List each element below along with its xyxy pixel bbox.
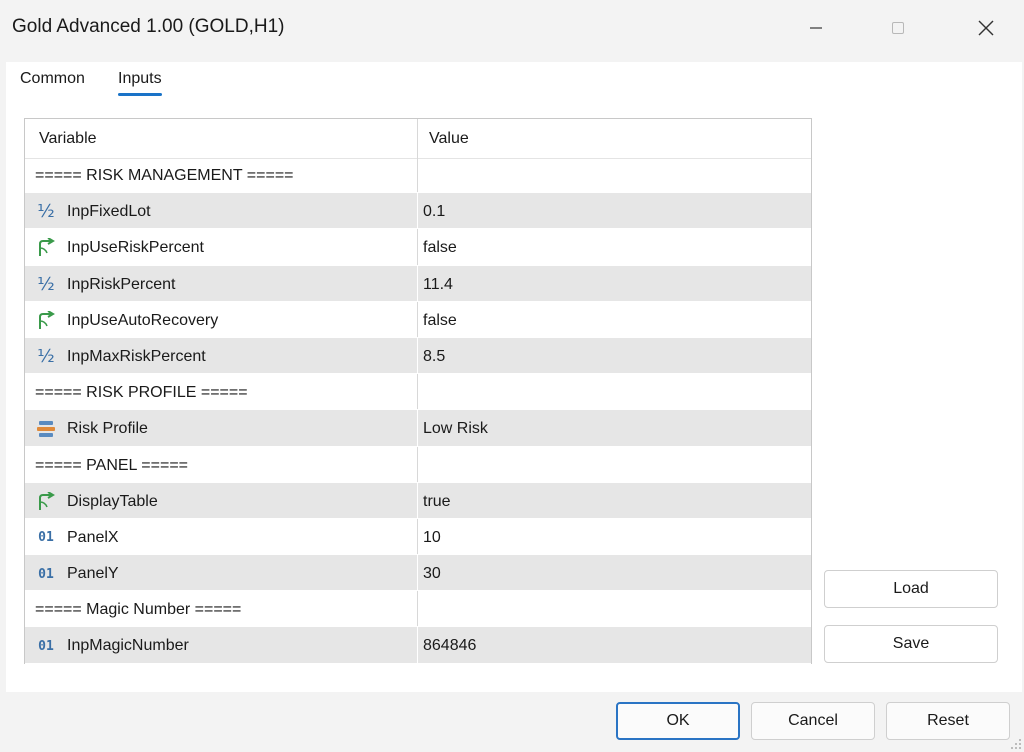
section-row[interactable]: ===== RISK MANAGEMENT ===== [25,157,811,194]
inputs-grid: Variable Value ===== RISK MANAGEMENT ===… [24,118,812,664]
variable-name: PanelY [67,565,119,583]
close-button[interactable] [950,0,1022,56]
cell-divider [417,265,418,301]
header-value[interactable]: Value [429,130,469,148]
int-icon: 01 [38,530,54,546]
variable-name: InpMaxRiskPercent [67,347,206,365]
section-row[interactable]: ===== Magic Number ===== [25,591,811,628]
variable-name: InpFixedLot [67,203,151,221]
param-row[interactable]: 01 InpMagicNumber 864846 [25,627,811,664]
resize-grip-icon[interactable] [1010,738,1022,750]
variable-name: ===== RISK MANAGEMENT ===== [35,167,294,184]
variable-name: InpUseAutoRecovery [67,311,219,329]
variable-name: InpMagicNumber [67,637,189,655]
param-row[interactable]: ½ InpRiskPercent 11.4 [25,265,811,302]
title-bar: Gold Advanced 1.00 (GOLD,H1) [0,0,1024,56]
variable-value[interactable]: 10 [423,529,441,547]
tab-inputs[interactable]: Inputs [118,70,162,96]
variable-name: DisplayTable [67,492,158,510]
cell-divider [417,591,418,627]
variable-name: InpUseRiskPercent [67,239,204,257]
header-variable[interactable]: Variable [39,130,97,148]
cell-divider [417,374,418,410]
cell-divider [417,229,418,265]
column-divider[interactable] [417,119,418,159]
int-icon: 01 [38,638,54,654]
close-icon [978,20,994,36]
int-icon: 01 [38,566,54,582]
cell-divider [417,555,418,591]
cell-divider [417,518,418,555]
reset-button[interactable]: Reset [886,702,1010,740]
bool-icon [35,310,57,331]
tab-common[interactable]: Common [20,70,85,96]
variable-name: InpRiskPercent [67,275,176,293]
param-row[interactable]: InpUseRiskPercent false [25,229,811,266]
variable-value[interactable]: 30 [423,565,441,583]
bool-icon [35,491,57,512]
double-icon: ½ [37,273,55,295]
cell-divider [417,410,418,446]
variable-value[interactable]: true [423,493,451,511]
variable-value[interactable]: 11.4 [423,276,453,294]
param-row[interactable]: 01 PanelX 10 [25,518,811,556]
cell-divider [417,193,418,229]
variable-value[interactable]: false [423,239,457,257]
enum-icon [35,419,57,439]
save-button[interactable]: Save [824,625,998,663]
double-icon: ½ [37,345,55,367]
variable-name: ===== PANEL ===== [35,456,189,474]
param-row[interactable]: ½ InpFixedLot 0.1 [25,193,811,230]
maximize-button[interactable] [862,0,934,56]
variable-name: ===== RISK PROFILE ===== [35,384,248,402]
variable-value[interactable]: 0.1 [423,203,445,221]
cancel-button[interactable]: Cancel [751,702,875,740]
grid-header: Variable Value [25,119,811,159]
bool-icon [35,238,57,258]
param-row[interactable]: 01 PanelY 30 [25,555,811,592]
section-row[interactable]: ===== RISK PROFILE ===== [25,374,811,411]
maximize-icon [892,22,904,34]
minimize-button[interactable] [780,0,852,56]
param-row[interactable]: InpUseAutoRecovery false [25,301,811,338]
cell-divider [417,301,418,337]
variable-name: PanelX [67,528,119,546]
double-icon: ½ [37,201,55,223]
cell-divider [417,157,418,193]
variable-name: ===== Magic Number ===== [35,601,242,619]
cell-divider [417,482,418,518]
param-row[interactable]: ½ InpMaxRiskPercent 8.5 [25,337,811,375]
window-title: Gold Advanced 1.00 (GOLD,H1) [12,16,285,37]
minimize-icon [810,27,822,29]
grid-rows: ===== RISK MANAGEMENT ===== ½ InpFixedLot 0… [25,157,811,664]
variable-name: Risk Profile [67,420,148,438]
dialog-panel: Common Inputs Variable Value ===== RISK … [6,62,1022,692]
param-row[interactable]: Risk Profile Low Risk [25,410,811,447]
param-row[interactable]: DisplayTable true [25,482,811,519]
cell-divider [417,627,418,663]
variable-value[interactable]: 864846 [423,637,476,655]
variable-value[interactable]: Low Risk [423,420,488,438]
variable-value[interactable]: 8.5 [423,348,445,366]
cell-divider [417,337,418,374]
section-row[interactable]: ===== PANEL ===== [25,446,811,483]
ok-button[interactable]: OK [616,702,740,740]
variable-value[interactable]: false [423,312,457,330]
cell-divider [417,446,418,482]
load-button[interactable]: Load [824,570,998,608]
